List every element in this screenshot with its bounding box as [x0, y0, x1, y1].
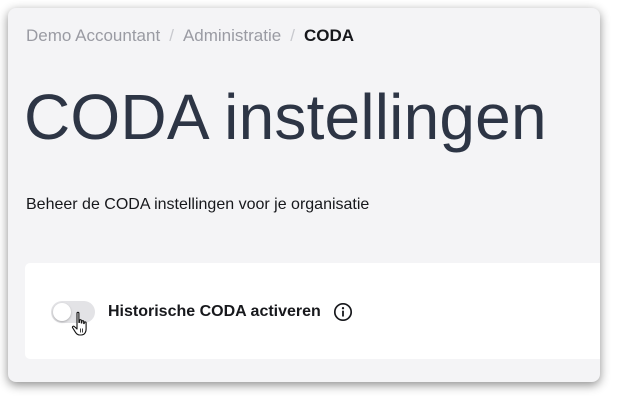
page-title: CODA instellingen: [24, 81, 547, 153]
breadcrumb-separator: /: [290, 26, 295, 45]
breadcrumb-item-demo-accountant[interactable]: Demo Accountant: [26, 26, 160, 46]
hand-pointer-icon: [71, 311, 87, 336]
settings-card: Historische CODA activeren: [25, 263, 600, 359]
breadcrumb: Demo Accountant / Administratie / CODA: [26, 26, 354, 46]
app-window: Demo Accountant / Administratie / CODA C…: [8, 8, 600, 382]
breadcrumb-current: CODA: [303, 26, 354, 45]
breadcrumb-item-administratie[interactable]: Administratie: [183, 26, 281, 46]
page-subtitle: Beheer de CODA instellingen voor je orga…: [26, 196, 370, 213]
info-icon[interactable]: [333, 302, 353, 322]
toggle-knob: [53, 303, 71, 321]
historic-coda-label[interactable]: Historische CODA activeren: [108, 301, 321, 323]
breadcrumb-separator: /: [169, 26, 174, 45]
